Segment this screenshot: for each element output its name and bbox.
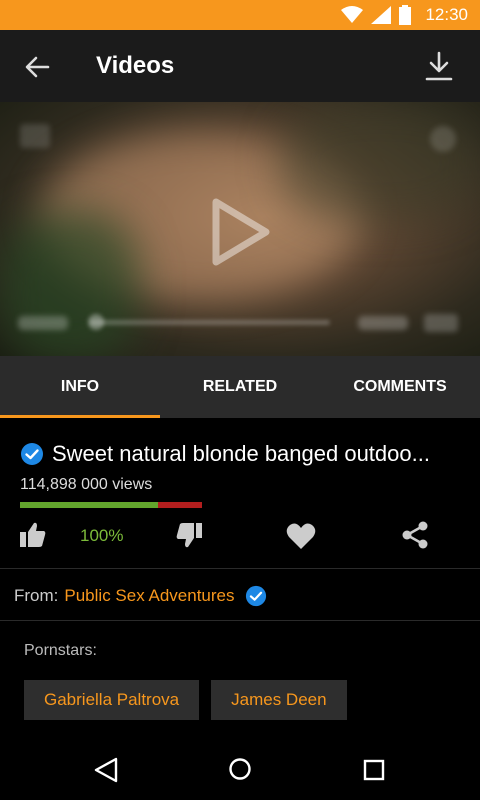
verified-icon bbox=[245, 585, 266, 607]
pornstars-list: Gabriella Paltrova James Deen bbox=[24, 680, 347, 720]
rating-percent: 100% bbox=[80, 526, 124, 545]
pornstars-label: Pornstars: bbox=[24, 642, 97, 659]
video-settings-icon[interactable] bbox=[430, 126, 456, 152]
page-title: Videos bbox=[96, 52, 175, 79]
tab-bar: INFO RELATED COMMENTS bbox=[0, 356, 480, 418]
divider bbox=[0, 620, 480, 621]
play-icon[interactable] bbox=[206, 196, 272, 268]
status-bar: 12:30 bbox=[0, 0, 480, 30]
seek-bar[interactable] bbox=[90, 320, 330, 325]
video-quality-icon[interactable] bbox=[20, 124, 50, 148]
verified-icon bbox=[21, 443, 43, 465]
duration bbox=[358, 316, 408, 330]
video-player[interactable] bbox=[0, 102, 480, 356]
pornstar-chip[interactable]: Gabriella Paltrova bbox=[24, 680, 200, 720]
rating-bar bbox=[20, 502, 202, 508]
video-title-row: Sweet natural blonde banged outdoo... bbox=[20, 438, 465, 470]
rating-bar-fill bbox=[20, 502, 159, 508]
video-title: Sweet natural blonde banged outdoo... bbox=[52, 441, 430, 466]
fullscreen-icon[interactable] bbox=[424, 314, 458, 332]
tab-info[interactable]: INFO bbox=[0, 356, 160, 418]
actions-row: 100% bbox=[0, 514, 480, 564]
video-thumbnail-shape bbox=[280, 102, 480, 222]
thumbs-down-icon[interactable] bbox=[174, 520, 204, 550]
divider bbox=[0, 568, 480, 569]
status-time: 12:30 bbox=[425, 5, 468, 24]
thumbs-up-icon[interactable] bbox=[18, 520, 48, 550]
video-thumbnail-shape bbox=[0, 212, 140, 356]
signal-icon bbox=[371, 6, 392, 24]
channel-link[interactable]: Public Sex Adventures bbox=[64, 586, 234, 606]
system-nav-bar bbox=[0, 740, 480, 800]
pornstar-chip[interactable]: James Deen bbox=[211, 680, 347, 720]
current-time bbox=[18, 316, 68, 330]
share-icon[interactable] bbox=[400, 520, 430, 550]
wifi-icon bbox=[341, 6, 364, 23]
tab-comments[interactable]: COMMENTS bbox=[320, 356, 480, 418]
arrow-left-icon[interactable] bbox=[22, 52, 52, 82]
view-count: 114,898 000 views bbox=[20, 476, 153, 493]
heart-icon[interactable] bbox=[286, 522, 316, 550]
nav-recent-apps-icon[interactable] bbox=[362, 758, 386, 782]
from-label: From: bbox=[14, 586, 59, 605]
app-bar: Videos bbox=[0, 30, 480, 102]
seek-handle[interactable] bbox=[88, 314, 104, 330]
tab-related[interactable]: RELATED bbox=[160, 356, 320, 418]
nav-back-icon[interactable] bbox=[92, 756, 120, 784]
battery-icon bbox=[399, 5, 412, 25]
nav-home-icon[interactable] bbox=[228, 757, 252, 781]
from-row: From: Public Sex Adventures bbox=[14, 584, 267, 608]
download-icon[interactable] bbox=[424, 50, 454, 82]
status-icons: 12:30 bbox=[341, 0, 468, 30]
